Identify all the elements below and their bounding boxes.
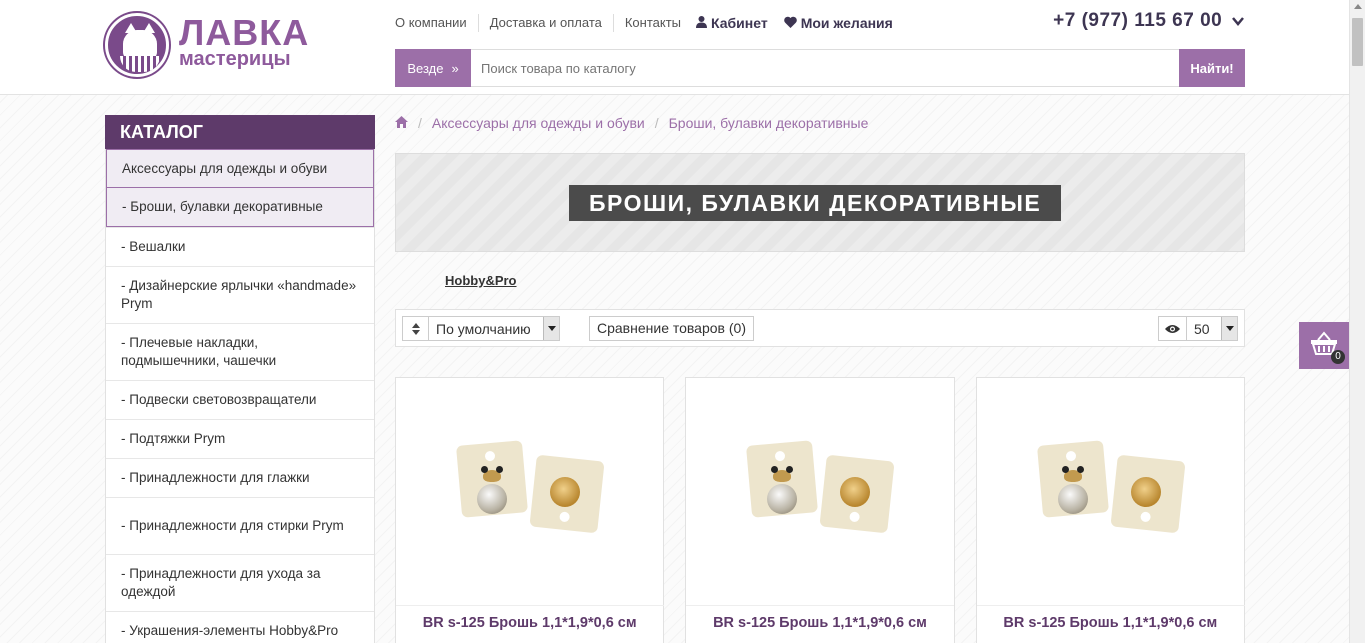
compare-button[interactable]: Сравнение товаров (0)	[589, 316, 754, 341]
product-toolbar: По умолчанию Сравнение товаров (0) 50	[395, 309, 1245, 347]
site-logo[interactable]: ЛАВКА мастерицы	[105, 13, 308, 79]
product-image[interactable]	[976, 378, 1245, 606]
product-name[interactable]: BR s-125 Брошь 1,1*1,9*0,6 см	[977, 615, 1244, 631]
breadcrumb-current[interactable]: Броши, булавки декоративные	[669, 115, 869, 131]
category-banner: БРОШИ, БУЛАВКИ ДЕКОРАТИВНЫЕ	[395, 153, 1245, 252]
dropdown-arrow-icon[interactable]	[1221, 317, 1237, 340]
nav-contacts-link[interactable]: Контакты	[612, 14, 692, 32]
vertical-scrollbar[interactable]	[1349, 0, 1365, 643]
catalog-item-clothing-care[interactable]: - Принадлежности для ухода за одеждой	[106, 554, 374, 611]
cart-count-badge: 0	[1331, 350, 1345, 364]
breadcrumb: / Аксессуары для одежды и обуви / Броши,…	[395, 115, 868, 131]
product-image[interactable]	[396, 378, 664, 606]
home-icon[interactable]	[395, 115, 408, 131]
product-grid: BR s-125 Брошь 1,1*1,9*0,6 см BR s-125 Б…	[395, 377, 1245, 643]
logo-cat-emblem	[105, 13, 169, 77]
heart-icon	[783, 16, 797, 31]
scrollbar-thumb[interactable]	[1352, 18, 1363, 66]
catalog-item-accessories[interactable]: Аксессуары для одежды и обуви	[106, 149, 374, 188]
site-header: ЛАВКА мастерицы О компании Доставка и оп…	[0, 0, 1349, 95]
phone-number: +7 (977) 115 67 00	[1053, 10, 1223, 31]
catalog-item-labels[interactable]: - Дизайнерские ярлычки «handmade» Prym	[106, 266, 374, 323]
catalog-item-shoulder-pads[interactable]: - Плечевые накладки, подмышечники, чашеч…	[106, 323, 374, 380]
product-name[interactable]: BR s-125 Брошь 1,1*1,9*0,6 см	[396, 615, 663, 631]
catalog-item-decorations[interactable]: - Украшения-элементы Hobby&Pro	[106, 611, 374, 643]
search-scope-dropdown[interactable]: Везде »	[395, 49, 471, 87]
eye-icon	[1159, 317, 1187, 340]
top-navigation: О компании Доставка и оплата Контакты Ка…	[395, 13, 905, 33]
product-name[interactable]: BR s-125 Брошь 1,1*1,9*0,6 см	[686, 615, 953, 631]
catalog-item-washing[interactable]: - Принадлежности для стирки Prym	[106, 497, 374, 554]
product-image[interactable]	[686, 378, 955, 606]
catalog-item-hangers[interactable]: - Вешалки	[106, 227, 374, 266]
scroll-up-arrow-icon[interactable]	[1354, 4, 1362, 9]
breadcrumb-link-accessories[interactable]: Аксессуары для одежды и обуви	[432, 115, 645, 131]
page-title: БРОШИ, БУЛАВКИ ДЕКОРАТИВНЫЕ	[569, 185, 1062, 221]
per-page-value: 50	[1194, 320, 1210, 337]
nav-wishlist-link[interactable]: Мои желания	[797, 14, 905, 32]
chevron-down-icon	[1232, 14, 1244, 29]
catalog-item-ironing[interactable]: - Принадлежности для глажки	[106, 458, 374, 497]
user-icon	[696, 15, 708, 31]
sort-value: По умолчанию	[436, 320, 531, 337]
logo-subtitle: мастерицы	[179, 48, 291, 70]
search-scope-label: Везде	[407, 60, 444, 76]
sort-select[interactable]: По умолчанию	[402, 316, 560, 341]
catalog-menu: Аксессуары для одежды и обуви - Броши, б…	[105, 149, 375, 643]
floating-cart-button[interactable]: 0	[1299, 322, 1349, 369]
logo-title: ЛАВКА	[179, 12, 310, 53]
catalog-heading: КАТАЛОГ	[105, 115, 375, 149]
nav-delivery-link[interactable]: Доставка и оплата	[477, 14, 613, 32]
breadcrumb-separator: /	[418, 115, 422, 131]
catalog-item-reflectors[interactable]: - Подвески световозвращатели	[106, 380, 374, 419]
search-bar: Везде » Найти!	[395, 49, 1245, 87]
per-page-select[interactable]: 50	[1158, 316, 1238, 341]
phone-dropdown[interactable]: +7 (977) 115 67 00	[1053, 10, 1244, 32]
breadcrumb-separator: /	[654, 115, 659, 131]
product-card[interactable]: BR s-125 Брошь 1,1*1,9*0,6 см	[975, 377, 1245, 643]
double-chevron-right-icon: »	[451, 60, 459, 76]
dropdown-arrow-icon[interactable]	[543, 317, 559, 340]
nav-about-link[interactable]: О компании	[395, 14, 478, 32]
catalog-item-brooches[interactable]: - Броши, булавки декоративные	[106, 188, 374, 227]
product-card[interactable]: BR s-125 Брошь 1,1*1,9*0,6 см	[395, 377, 665, 643]
search-input[interactable]	[471, 49, 1179, 87]
product-card[interactable]: BR s-125 Брошь 1,1*1,9*0,6 см	[685, 377, 955, 643]
brand-filter-link[interactable]: Hobby&Pro	[445, 273, 517, 288]
catalog-item-suspenders[interactable]: - Подтяжки Prym	[106, 419, 374, 458]
sort-icon	[403, 317, 429, 340]
nav-cabinet-link[interactable]: Кабинет	[707, 14, 780, 32]
search-button[interactable]: Найти!	[1179, 49, 1245, 87]
